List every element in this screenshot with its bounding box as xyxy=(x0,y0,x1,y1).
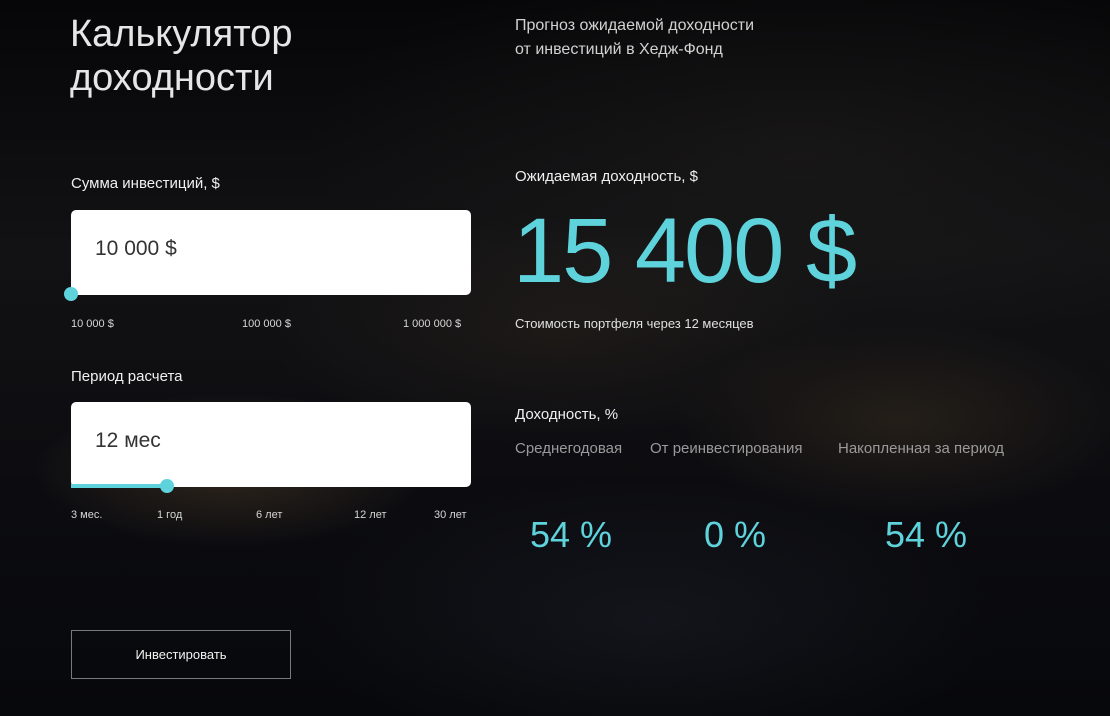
period-slider-fill xyxy=(71,484,167,488)
period-tick-30y: 30 лет xyxy=(434,509,467,521)
average-annual-value: 54 % xyxy=(530,514,613,555)
page-subtitle: Прогноз ожидаемой доходности от инвестиц… xyxy=(515,17,754,58)
invest-button[interactable]: Инвестировать xyxy=(71,630,291,679)
investment-slider-thumb[interactable] xyxy=(64,287,78,301)
portfolio-value-note: Стоимость портфеля через 12 месяцев xyxy=(515,316,754,331)
period-tick-12y: 12 лет xyxy=(354,509,387,521)
average-annual-header: Среднегодовая xyxy=(515,440,623,457)
yield-percent-label: Доходность, % xyxy=(515,406,619,423)
investment-amount-label: Сумма инвестиций, $ xyxy=(71,175,220,192)
investment-amount-input[interactable]: 10 000 $ xyxy=(71,210,471,295)
period-slider-thumb[interactable] xyxy=(160,479,174,493)
investment-tick-min: 10 000 $ xyxy=(71,318,114,330)
reinvestment-header: От реинвестирования xyxy=(650,440,803,457)
reinvestment-value: 0 % xyxy=(704,514,767,555)
accumulated-value: 54 % xyxy=(885,514,968,555)
period-input[interactable]: 12 мес xyxy=(71,402,471,487)
period-tick-3m: 3 мес. xyxy=(71,509,103,521)
expected-yield-value: 15 400 $ xyxy=(513,200,857,302)
investment-amount-value: 10 000 $ xyxy=(95,237,177,260)
period-slider[interactable] xyxy=(71,479,471,493)
investment-tick-max: 1 000 000 $ xyxy=(403,318,462,330)
period-value: 12 мес xyxy=(95,429,161,452)
period-tick-1y: 1 год xyxy=(157,509,183,521)
expected-yield-label: Ожидаемая доходность, $ xyxy=(515,168,698,185)
investment-amount-slider[interactable] xyxy=(64,287,471,301)
page-title: Калькулятор доходности xyxy=(70,13,293,99)
accumulated-header: Накопленная за период xyxy=(838,440,1005,457)
investment-tick-mid: 100 000 $ xyxy=(242,318,291,330)
period-tick-6y: 6 лет xyxy=(256,509,283,521)
period-label: Период расчета xyxy=(71,368,183,385)
